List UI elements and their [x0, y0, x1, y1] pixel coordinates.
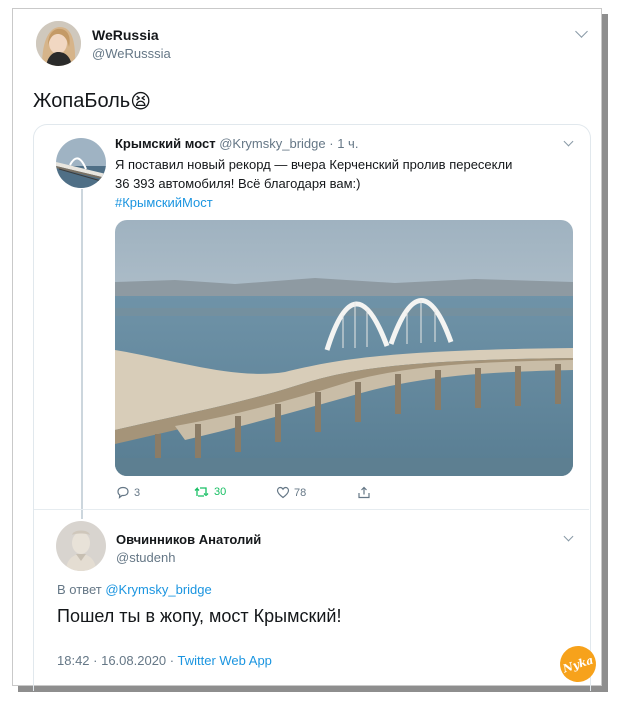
bridge-photo[interactable] — [115, 220, 573, 476]
quoted-display-name[interactable]: Крымский мост — [115, 136, 216, 151]
reply-text: Пошел ты в жопу, мост Крымский! — [57, 606, 342, 626]
quoted-hashtag[interactable]: #КрымскийМост — [115, 195, 213, 210]
reply-icon — [117, 486, 129, 499]
reply-source[interactable]: Twitter Web App — [177, 653, 271, 668]
reply-to-handle[interactable]: @Krymsky_bridge — [105, 582, 211, 597]
reply-count: 3 — [134, 486, 141, 499]
quoted-text-line-1: Я поставил новый рекорд — вчера Керченск… — [115, 157, 513, 172]
tweet-text-body: ЖопаБоль — [33, 90, 131, 112]
quoted-separator: · — [329, 136, 334, 151]
reply-meta: 18:42 · 16.08.2020 · Twitter Web App — [57, 653, 272, 668]
share-icon — [358, 486, 370, 499]
reply-display-name[interactable]: Овчинников Анатолий — [116, 532, 261, 547]
like-count: 78 — [294, 486, 307, 499]
tweet-text: ЖопаБоль 😫 — [33, 89, 151, 114]
quoted-tweet-header: Крымский мост @Krymsky_bridge · 1 ч. — [115, 136, 358, 151]
thread-line — [81, 189, 83, 519]
ovchinnikov-avatar[interactable] — [56, 521, 106, 571]
werussia-avatar[interactable] — [36, 21, 81, 66]
retweet-count: 30 — [214, 486, 227, 498]
retweet-action[interactable]: 30 — [194, 486, 226, 498]
quoted-time[interactable]: 1 ч. — [337, 136, 358, 151]
author-display-name[interactable]: WeRussia — [92, 27, 159, 43]
reply-context: В ответ @Krymsky_bridge — [57, 582, 212, 597]
quoted-text-line-2: 36 393 автомобиля! Всё благодаря вам:) — [115, 176, 361, 191]
share-action[interactable] — [357, 486, 371, 499]
tired-face-emoji-icon: 😫 — [130, 91, 152, 113]
watermark-text: Nyka — [561, 652, 595, 676]
reply-timestamp[interactable]: 18:42 · 16.08.2020 · — [57, 653, 174, 668]
heart-icon — [276, 486, 290, 499]
quoted-handle[interactable]: @Krymsky_bridge — [219, 136, 325, 151]
reply-action[interactable]: 3 — [116, 486, 140, 499]
retweet-icon — [194, 486, 209, 497]
like-action[interactable]: 78 — [276, 486, 306, 499]
author-handle[interactable]: @WeRusssia — [92, 46, 171, 61]
divider — [34, 509, 589, 510]
reply-prefix: В ответ — [57, 582, 102, 597]
reply-handle[interactable]: @studenh — [116, 550, 175, 565]
krymsky-bridge-avatar[interactable] — [56, 138, 106, 188]
